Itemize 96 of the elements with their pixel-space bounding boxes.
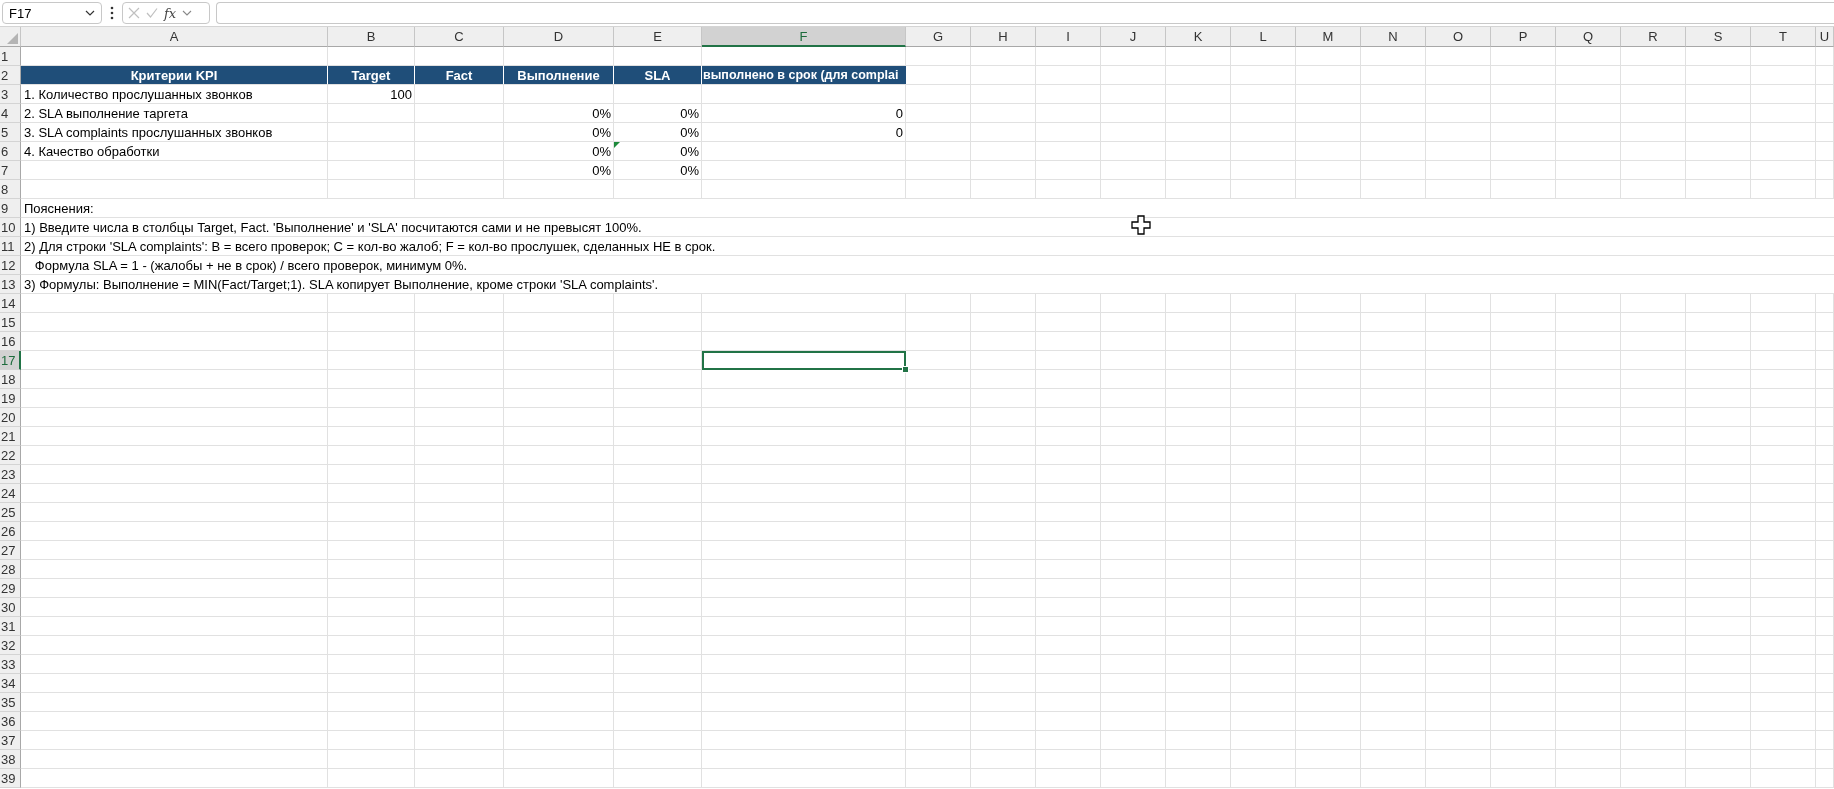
- row-number[interactable]: 3: [0, 85, 21, 104]
- row-number[interactable]: 9: [0, 199, 21, 218]
- table-cell: 3. SLA complaints прослушанных звонков: [24, 125, 273, 140]
- column-header[interactable]: M: [1296, 27, 1361, 47]
- header-cell: SLA: [614, 66, 702, 84]
- note-text: 3) Формулы: Выполнение = MIN(Fact/Target;1). SLA копирует Выполнение, кроме строки 'SLA complaints'.: [24, 276, 659, 292]
- row-number[interactable]: 13: [0, 275, 21, 294]
- column-header[interactable]: I: [1036, 27, 1101, 47]
- chevron-icon: [85, 10, 95, 16]
- column-header[interactable]: A: [21, 27, 328, 47]
- row-number[interactable]: 7: [0, 161, 21, 180]
- table-cell: 0: [895, 125, 903, 140]
- row-number[interactable]: 25: [0, 503, 21, 522]
- select-all-icon[interactable]: [7, 33, 18, 44]
- column-header[interactable]: J: [1101, 27, 1166, 47]
- table-cell: 0%: [680, 144, 699, 159]
- cell-cursor[interactable]: [702, 351, 906, 370]
- row-number[interactable]: 6: [0, 142, 21, 161]
- column-header[interactable]: P: [1491, 27, 1556, 47]
- check-icon[interactable]: [146, 7, 158, 19]
- row-number[interactable]: 10: [0, 218, 21, 237]
- row-number[interactable]: 33: [0, 655, 21, 674]
- row-number[interactable]: 28: [0, 560, 21, 579]
- header-cell: Выполнение: [504, 66, 614, 84]
- note-text: Пояснения:: [24, 200, 94, 216]
- row-number[interactable]: 1: [0, 47, 21, 66]
- column-header[interactable]: O: [1426, 27, 1491, 47]
- row-number[interactable]: 36: [0, 712, 21, 731]
- row-number[interactable]: 12: [0, 256, 21, 275]
- header-cell: Target: [328, 66, 415, 84]
- row-number[interactable]: 11: [0, 237, 21, 256]
- note-text: Формула SLA = 1 - (жалобы + не в срок) / всего проверок, минимум 0%.: [33, 257, 468, 273]
- row-number[interactable]: 21: [0, 427, 21, 446]
- row-number[interactable]: 22: [0, 446, 21, 465]
- name-box[interactable]: F17: [2, 2, 102, 24]
- row-number[interactable]: 39: [0, 769, 21, 788]
- column-header[interactable]: K: [1166, 27, 1231, 47]
- row-number[interactable]: 31: [0, 617, 21, 636]
- table-cell: 1. Количество прослушанных звонков: [24, 87, 253, 102]
- row-number[interactable]: 34: [0, 674, 21, 693]
- row-number[interactable]: 35: [0, 693, 21, 712]
- cancel-icon[interactable]: [128, 7, 140, 19]
- table-cell: 0%: [592, 163, 611, 178]
- row-number[interactable]: 4: [0, 104, 21, 123]
- column-header[interactable]: N: [1361, 27, 1426, 47]
- header-cell: выполнено в срок (для complai: [702, 66, 906, 84]
- table-cell: 2. SLA выполнение таргета: [24, 106, 188, 121]
- column-header[interactable]: U: [1816, 27, 1834, 47]
- column-header[interactable]: E: [614, 27, 702, 47]
- row-number[interactable]: 38: [0, 750, 21, 769]
- row-number[interactable]: 26: [0, 522, 21, 541]
- more-icon[interactable]: [110, 6, 114, 20]
- column-header[interactable]: S: [1686, 27, 1751, 47]
- row-number[interactable]: 8: [0, 180, 21, 199]
- header-cell: Критерии KPI: [21, 66, 328, 84]
- table-cell: 0%: [592, 144, 611, 159]
- table-cell: 0%: [592, 125, 611, 140]
- row-number[interactable]: 29: [0, 579, 21, 598]
- row-number[interactable]: 16: [0, 332, 21, 351]
- column-header[interactable]: G: [906, 27, 971, 47]
- row-number[interactable]: 23: [0, 465, 21, 484]
- chevron-icon[interactable]: [182, 10, 193, 16]
- table-cell: 0: [895, 106, 903, 121]
- row-number[interactable]: 2: [0, 66, 21, 85]
- column-header[interactable]: B: [328, 27, 415, 47]
- row-number[interactable]: 24: [0, 484, 21, 503]
- column-header[interactable]: Q: [1556, 27, 1621, 47]
- header-cell: Fact: [415, 66, 504, 84]
- note-text: 2) Для строки 'SLA complaints': B = всего проверок; C = кол-во жалоб; F = кол-во прослушек, сделанных НЕ в срок.: [24, 238, 716, 254]
- column-header[interactable]: F: [702, 27, 906, 47]
- row-number[interactable]: 20: [0, 408, 21, 427]
- row-number[interactable]: 19: [0, 389, 21, 408]
- column-header[interactable]: D: [504, 27, 614, 47]
- row-number[interactable]: 18: [0, 370, 21, 389]
- row-number[interactable]: 14: [0, 294, 21, 313]
- insert-function-button[interactable]: fx: [164, 5, 177, 21]
- row-number[interactable]: 27: [0, 541, 21, 560]
- column-header[interactable]: R: [1621, 27, 1686, 47]
- row-number[interactable]: 37: [0, 731, 21, 750]
- note-text: 1) Введите числа в столбцы Target, Fact. 'Выполнение' и 'SLA' посчитаются сами и не превысят 100%.: [24, 219, 642, 235]
- column-header[interactable]: C: [415, 27, 504, 47]
- row-number[interactable]: 15: [0, 313, 21, 332]
- table-cell: 0%: [592, 106, 611, 121]
- table-cell: 0%: [680, 106, 699, 121]
- column-header[interactable]: T: [1751, 27, 1816, 47]
- row-number[interactable]: 17: [0, 351, 21, 370]
- row-number[interactable]: 32: [0, 636, 21, 655]
- formula-field[interactable]: [216, 2, 1834, 24]
- table-cell: 4. Качество обработки: [24, 144, 160, 159]
- column-header[interactable]: H: [971, 27, 1036, 47]
- table-cell: 100: [390, 87, 412, 102]
- row-number[interactable]: 5: [0, 123, 21, 142]
- table-cell: 0%: [680, 163, 699, 178]
- table-cell: 0%: [680, 125, 699, 140]
- column-header[interactable]: L: [1231, 27, 1296, 47]
- row-number[interactable]: 30: [0, 598, 21, 617]
